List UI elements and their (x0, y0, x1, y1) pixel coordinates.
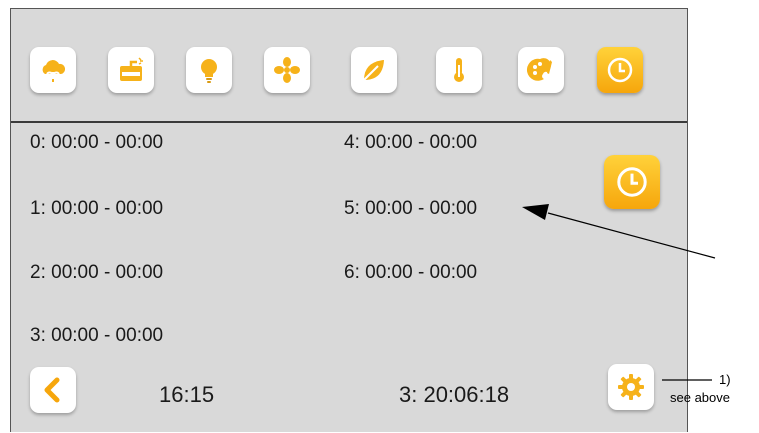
timer-slot-2[interactable]: 2: 00:00 - 00:00 (30, 262, 163, 284)
thermometer-icon (454, 58, 464, 82)
gear-icon (618, 374, 644, 400)
timer-slot-5[interactable]: 5: 00:00 - 00:00 (344, 198, 477, 220)
clock-display (604, 155, 660, 209)
fan-icon (274, 57, 300, 83)
light-bulb-button[interactable] (186, 47, 232, 93)
current-time: 16:15 (159, 382, 215, 407)
countdown-readout: 3: 20:06:18 (399, 382, 510, 407)
timer-slot-4[interactable]: 4: 00:00 - 00:00 (344, 132, 477, 154)
timer-slot-3[interactable]: 3: 00:00 - 00:00 (30, 325, 163, 347)
annotation-number: 1) (719, 372, 731, 387)
leaf-icon (363, 60, 384, 81)
clock-icon (617, 167, 647, 197)
water-tank-button[interactable] (108, 47, 154, 93)
timer-slot-1[interactable]: 1: 00:00 - 00:00 (30, 198, 163, 220)
timer-slot-6[interactable]: 6: 00:00 - 00:00 (344, 262, 477, 284)
thermometer-button[interactable] (436, 47, 482, 93)
device-screen: 0: 00:00 - 00:00 1: 00:00 - 00:00 2: 00:… (10, 8, 688, 432)
light-bulb-icon (201, 59, 217, 83)
clock-button[interactable] (597, 47, 643, 93)
palette-button[interactable] (518, 47, 564, 93)
cloud-plant-button[interactable] (30, 47, 76, 93)
cloud-plant-icon (42, 60, 66, 82)
back-button[interactable] (30, 367, 76, 413)
settings-button[interactable] (608, 364, 654, 410)
toolbar (11, 9, 687, 123)
water-tank-icon (120, 57, 143, 81)
leaf-button[interactable] (351, 47, 397, 93)
annotation-note: see above (670, 390, 730, 405)
timer-slot-0[interactable]: 0: 00:00 - 00:00 (30, 132, 163, 154)
palette-icon (526, 58, 552, 81)
chevron-left-icon (44, 377, 60, 403)
clock-icon (607, 57, 633, 83)
fan-button[interactable] (264, 47, 310, 93)
